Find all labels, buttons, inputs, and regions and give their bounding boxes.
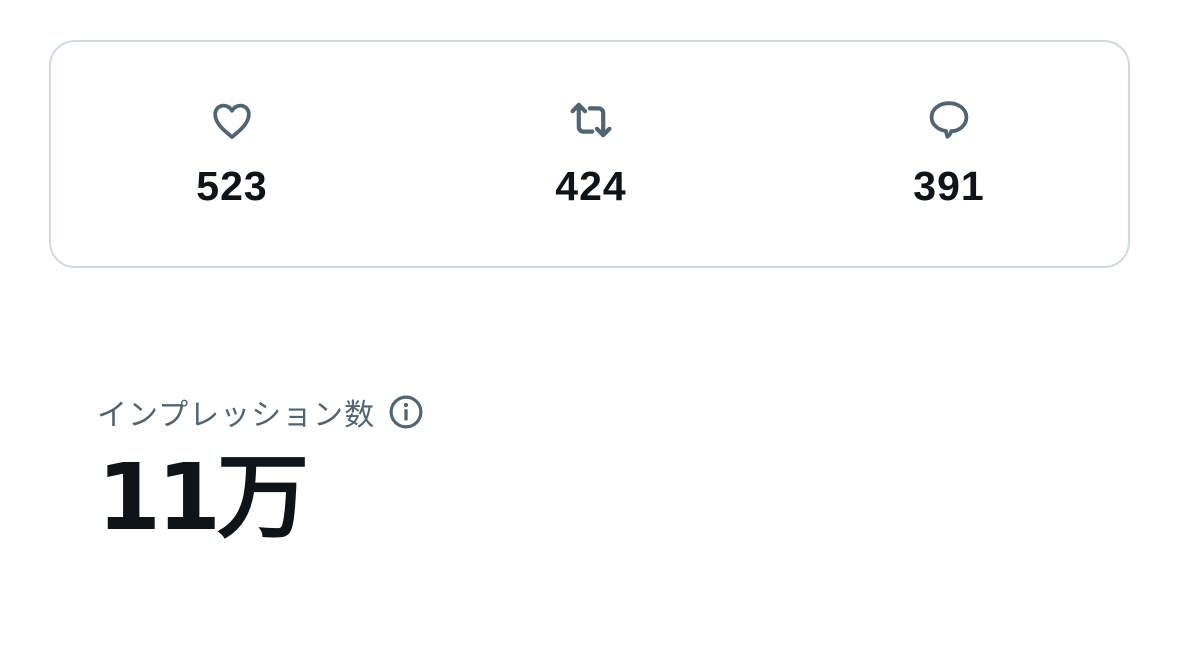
info-icon[interactable] (387, 393, 425, 431)
replies-count: 391 (913, 163, 985, 209)
heart-icon[interactable] (208, 96, 256, 144)
impressions-label-row: インプレッション数 (97, 392, 425, 433)
likes-count: 523 (196, 163, 268, 209)
replies-stat: 391 (849, 96, 1049, 208)
reposts-stat: 424 (491, 96, 691, 208)
reply-icon[interactable] (925, 96, 973, 144)
impressions-section: インプレッション数 11万 (97, 392, 425, 548)
impressions-label: インプレッション数 (97, 398, 376, 433)
repost-icon[interactable] (567, 96, 615, 144)
likes-stat: 523 (132, 96, 332, 208)
impressions-value: 11万 (97, 444, 309, 551)
engagement-stats-card: 523 424 391 (49, 40, 1130, 268)
reposts-count: 424 (555, 163, 627, 209)
